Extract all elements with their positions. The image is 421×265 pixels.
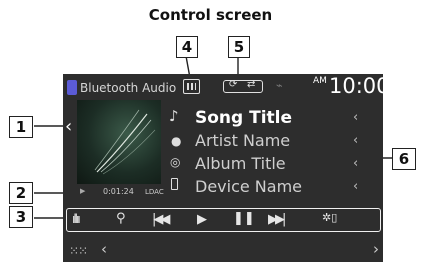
callout-3: 3 bbox=[9, 206, 33, 228]
album-chevron[interactable]: ‹ bbox=[353, 156, 358, 171]
disc-icon: ◎ bbox=[170, 155, 181, 169]
source-label[interactable]: Bluetooth Audio bbox=[80, 81, 176, 95]
skip-next-icon[interactable]: ▶▶| bbox=[268, 212, 286, 227]
bottom-left-chevron-icon[interactable]: ‹ bbox=[101, 240, 107, 258]
artist-name: Artist Name bbox=[195, 131, 291, 150]
callout-5: 5 bbox=[228, 36, 250, 58]
status-icon: ⌁ bbox=[276, 79, 283, 92]
control-screen: Bluetooth Audio ⟳ ⇄ ⌁ AM 10:00 ‹ ▶ 0:01:… bbox=[63, 74, 390, 262]
codec-label: LDAC bbox=[145, 188, 164, 196]
callout-1: 1 bbox=[9, 116, 33, 138]
clock-time: 10:00 bbox=[329, 74, 390, 98]
album-title: Album Title bbox=[195, 154, 286, 173]
device-name: Device Name bbox=[195, 177, 303, 196]
elapsed-time: 0:01:24 bbox=[103, 187, 134, 196]
song-title-chevron[interactable]: ‹ bbox=[353, 110, 358, 125]
equalizer-icon[interactable]: ıllıı bbox=[72, 212, 81, 226]
callout-6: 6 bbox=[392, 148, 416, 170]
progress-play-icon: ▶ bbox=[80, 187, 86, 195]
album-art[interactable] bbox=[77, 100, 161, 184]
repeat-icon[interactable]: ⟳ bbox=[229, 79, 237, 90]
phone-icon bbox=[67, 80, 77, 95]
skip-previous-icon[interactable]: |◀◀ bbox=[152, 212, 170, 227]
play-icon[interactable]: ▶ bbox=[197, 212, 207, 227]
device-settings-icon[interactable]: ✲▯ bbox=[322, 211, 337, 224]
person-icon: ● bbox=[171, 134, 182, 148]
artist-chevron[interactable]: ‹ bbox=[353, 133, 358, 148]
song-title: Song Title bbox=[195, 108, 293, 128]
search-icon[interactable]: ⚲ bbox=[116, 211, 126, 226]
chevron-left-icon[interactable]: ‹ bbox=[65, 116, 72, 137]
callout-2: 2 bbox=[9, 182, 33, 204]
callout-4: 4 bbox=[176, 36, 198, 58]
shuffle-icon[interactable]: ⇄ bbox=[247, 79, 255, 90]
clock-ampm: AM bbox=[313, 76, 327, 86]
device-phone-icon bbox=[171, 178, 178, 190]
album-art-graphic bbox=[94, 109, 156, 175]
music-note-icon: ♪ bbox=[169, 107, 179, 125]
device-chevron[interactable]: ‹ bbox=[353, 179, 358, 194]
repeat-shuffle-group: ⟳ ⇄ bbox=[223, 79, 263, 93]
media-info-icon[interactable] bbox=[183, 79, 200, 94]
grid-menu-icon[interactable]: ⁙⁙ bbox=[69, 244, 88, 258]
pause-icon[interactable]: ❚❚ bbox=[233, 211, 255, 226]
bottom-right-chevron-icon[interactable]: › bbox=[373, 240, 379, 258]
